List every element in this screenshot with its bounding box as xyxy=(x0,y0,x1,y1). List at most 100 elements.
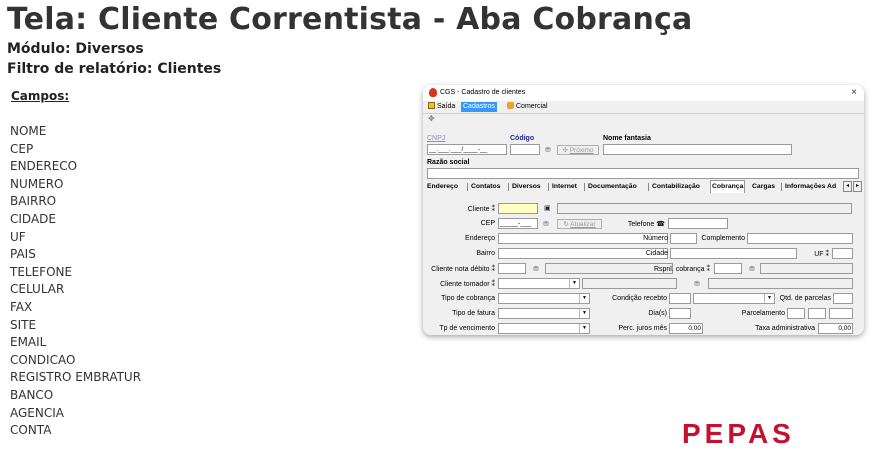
menubar: Saída Cadastros Comercial xyxy=(423,101,864,114)
window-titlebar: CGS - Cadastro de clientes × xyxy=(423,85,864,101)
dias-label: Dia(s) xyxy=(648,310,667,317)
nome-fantasia-label: Nome fantasia xyxy=(603,135,651,142)
tab-cobranca[interactable]: Cobrança xyxy=(710,180,746,194)
nome-fantasia-input[interactable] xyxy=(603,144,792,155)
tab-diversos[interactable]: Diversos xyxy=(512,181,541,192)
cliente-name-display xyxy=(557,203,852,214)
tp-vencimento-select[interactable]: ▼ xyxy=(498,323,590,334)
parcelamento-input-2[interactable] xyxy=(808,308,826,319)
search-client-icon[interactable]: ▣ xyxy=(544,204,551,213)
endereco-label: Endereço xyxy=(465,235,495,242)
condicao-recebto-input[interactable] xyxy=(669,293,691,304)
window-title: CGS - Cadastro de clientes xyxy=(440,89,526,96)
field-item: CONDICAO xyxy=(10,352,76,367)
condicao-recebto-label: Condição recebto xyxy=(612,295,667,302)
parcelamento-input-1[interactable] xyxy=(787,308,805,319)
cep-input[interactable]: _____-___ xyxy=(498,218,538,229)
codigo-input[interactable] xyxy=(510,144,540,155)
client-register-window: CGS - Cadastro de clientes × Saída Cadas… xyxy=(423,85,864,335)
field-item: UF xyxy=(10,229,26,244)
bairro-label: Bairro xyxy=(476,250,495,257)
field-item: NOME xyxy=(10,124,47,138)
dias-input[interactable] xyxy=(669,308,691,319)
complemento-input[interactable] xyxy=(747,233,853,244)
cep-label: CEP xyxy=(480,220,495,227)
page-title: Tela: Cliente Correntista - Aba Cobrança xyxy=(7,2,693,37)
refresh-icon[interactable]: ✥ xyxy=(428,115,436,123)
menu-comercial[interactable]: Comercial xyxy=(505,102,550,112)
tipo-fatura-select[interactable]: ▼ xyxy=(498,308,590,319)
field-item: CEP xyxy=(10,141,34,156)
binoculars-icon[interactable]: ⛃ xyxy=(694,280,700,289)
numero-input[interactable] xyxy=(670,233,697,244)
qtd-parcelas-label: Qtd. de parcelas xyxy=(779,295,831,302)
qtd-parcelas-input[interactable] xyxy=(833,293,853,304)
tab-cargas[interactable]: Cargas xyxy=(752,181,775,192)
field-item: CONTA xyxy=(10,423,52,438)
tab-informacoes[interactable]: Informações Ad xyxy=(785,181,836,192)
menu-cadastros[interactable]: Cadastros xyxy=(461,102,497,112)
cidade-label: Cidade xyxy=(645,250,668,257)
tab-documentacao[interactable]: Documentação xyxy=(588,181,637,192)
binoculars-icon[interactable]: ⛃ xyxy=(749,265,755,274)
taxa-administrativa-label: Taxa administrativa xyxy=(755,325,815,332)
chevron-down-icon: ▼ xyxy=(579,309,589,318)
cliente-tomador-display-2 xyxy=(708,278,853,289)
tipo-fatura-label: Tipo de fatura xyxy=(452,310,495,317)
app-icon xyxy=(429,88,437,97)
binoculars-icon[interactable]: ⛃ xyxy=(533,265,539,274)
tipo-cobranca-select[interactable]: ▼ xyxy=(498,293,590,304)
cliente-label: Cliente ⁑ xyxy=(467,206,495,213)
chevron-down-icon: ▼ xyxy=(579,294,589,303)
field-item: TELEFONE xyxy=(10,264,73,279)
tab-internet[interactable]: Internet xyxy=(552,181,577,192)
fields-list: NOME CEP ENDERECO NUMERO BAIRRO CIDADE U… xyxy=(10,123,141,440)
binoculars-icon[interactable]: ⛃ xyxy=(543,220,549,229)
tab-endereco[interactable]: Endereço xyxy=(427,181,458,192)
tab-contatos[interactable]: Contatos xyxy=(471,181,500,192)
tab-scroll-right-icon[interactable]: ▸ xyxy=(853,181,862,192)
door-icon xyxy=(428,102,435,109)
arrow-icon: ✣ xyxy=(562,147,570,154)
rspnl-cobranca-label: Rspnl. cobrança ⁑ xyxy=(653,266,710,273)
uf-label: UF ⁑ xyxy=(814,251,829,258)
parcelamento-label: Parcelamento xyxy=(741,310,785,317)
cliente-tomador-select[interactable]: ▼ xyxy=(498,278,580,289)
field-item: ENDERECO xyxy=(10,159,78,174)
cliente-input[interactable] xyxy=(498,203,538,214)
cliente-nota-debito-input[interactable] xyxy=(498,263,526,274)
condicao-recebto-select[interactable]: ▼ xyxy=(693,293,775,304)
field-item: EMAIL xyxy=(10,335,47,350)
rspnl-cobranca-input[interactable] xyxy=(714,263,742,274)
field-item: AGENCIA xyxy=(10,405,64,420)
uf-input[interactable] xyxy=(832,248,853,259)
codigo-label: Código xyxy=(510,135,535,142)
field-item: REGISTRO EMBRATUR xyxy=(10,370,142,385)
cliente-tomador-display xyxy=(582,278,677,289)
razao-social-input[interactable] xyxy=(427,168,859,179)
menu-saida[interactable]: Saída xyxy=(426,102,457,112)
tp-vencimento-label: Tp de vencimento xyxy=(439,325,495,332)
perc-juros-label: Perc. juros mês xyxy=(618,325,667,332)
cidade-input[interactable] xyxy=(670,248,797,259)
field-item: BANCO xyxy=(10,387,54,402)
proximo-button[interactable]: ✣ Próximo xyxy=(557,145,599,155)
tab-scroll-left-icon[interactable]: ◂ xyxy=(843,181,852,192)
close-icon[interactable]: × xyxy=(851,87,857,98)
perc-juros-input[interactable]: 0,00 xyxy=(669,323,703,334)
report-filter-label: Filtro de relatório: Clientes xyxy=(7,61,222,77)
cliente-nota-debito-label: Cliente nota débito ⁑ xyxy=(431,266,495,273)
tab-contabilizacao[interactable]: Contabilização xyxy=(652,181,700,192)
people-icon xyxy=(507,102,514,109)
field-item: FAX xyxy=(10,299,33,314)
razao-social-label: Razão social xyxy=(427,159,470,166)
telefone-label: Telefone ☎ xyxy=(627,221,665,228)
binoculars-icon[interactable]: ⛃ xyxy=(545,146,551,155)
taxa-administrativa-input[interactable]: 0,00 xyxy=(818,323,853,334)
telefone-input[interactable] xyxy=(668,218,728,229)
atualizar-button[interactable]: ↻ Atualizar xyxy=(557,219,602,229)
complemento-label: Complemento xyxy=(701,235,745,242)
parcelamento-input-3[interactable] xyxy=(829,308,853,319)
cnpj-input[interactable]: __.___.___/____-__ xyxy=(427,144,507,155)
tipo-cobranca-label: Tipo de cobrança xyxy=(441,295,495,302)
